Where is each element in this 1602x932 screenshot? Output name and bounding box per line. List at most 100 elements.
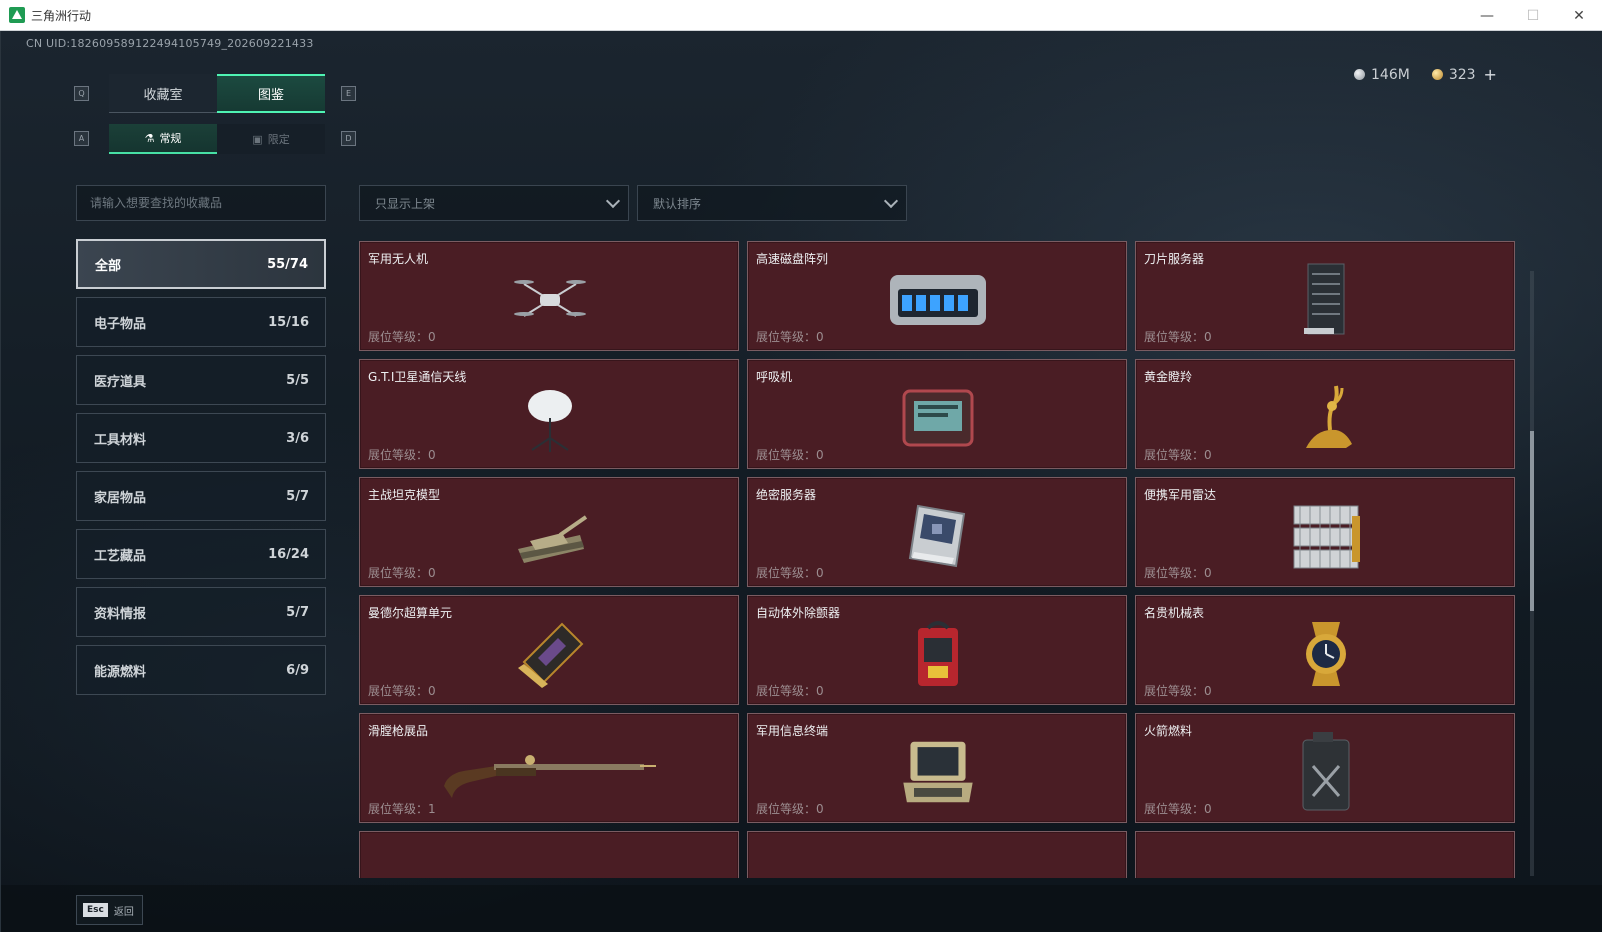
collectible-card[interactable]: 刀片服务器 展位等级：0: [1135, 241, 1515, 351]
subtab-limited-label: 限定: [267, 133, 290, 146]
card-level: 展位等级：0: [756, 802, 824, 816]
collectible-card[interactable]: 滑膛枪展品 展位等级：1: [359, 713, 739, 823]
silver-coin-icon: [1354, 69, 1365, 80]
sort-dropdown[interactable]: 默认排序: [637, 185, 907, 221]
blade-server-icon: [1286, 260, 1366, 340]
collectible-card[interactable]: 名贵机械表 展位等级：0: [1135, 595, 1515, 705]
esc-key-hint: Esc: [83, 903, 108, 917]
card-level: 展位等级：1: [368, 802, 436, 816]
collectible-card[interactable]: 自动体外除颤器 展位等级：0: [747, 595, 1127, 705]
category-label: 全部: [95, 258, 122, 274]
category-item-medical[interactable]: 医疗道具 5/5: [76, 355, 326, 405]
collectible-card-partial[interactable]: [747, 831, 1127, 878]
category-count: 15/16: [268, 314, 309, 330]
category-item-fuel[interactable]: 能源燃料 6/9: [76, 645, 326, 695]
card-name: 主战坦克模型: [368, 488, 441, 502]
category-item-household[interactable]: 家居物品 5/7: [76, 471, 326, 521]
card-level: 展位等级：0: [756, 330, 824, 344]
card-name: 刀片服务器: [1144, 252, 1205, 266]
collectible-card[interactable]: G.T.I卫星通信天线 展位等级：0: [359, 359, 739, 469]
collectible-card[interactable]: 主战坦克模型 展位等级：0: [359, 477, 739, 587]
radar-icon: [1286, 496, 1366, 576]
card-level: 展位等级：0: [1144, 802, 1212, 816]
footer-bar: Esc 返回: [1, 885, 1602, 932]
card-level: 展位等级：0: [1144, 330, 1212, 344]
card-level: 展位等级：0: [756, 448, 824, 462]
filter-dropdown[interactable]: 只显示上架: [359, 185, 629, 221]
secret-server-icon: [898, 496, 978, 576]
card-name: 名贵机械表: [1144, 606, 1205, 620]
close-button[interactable]: ✕: [1556, 0, 1602, 31]
chevron-down-icon: [883, 193, 899, 208]
currency-bar: 146M 323 +: [1354, 65, 1497, 84]
card-level: 展位等级：0: [368, 330, 436, 344]
category-label: 工具材料: [94, 432, 147, 448]
defibrillator-icon: [898, 614, 978, 694]
category-count: 16/24: [268, 546, 309, 562]
musket-icon: [435, 732, 665, 812]
ventilator-icon: [898, 378, 978, 458]
collectible-card[interactable]: 绝密服务器 展位等级：0: [747, 477, 1127, 587]
chevron-down-icon: [605, 193, 621, 208]
collectible-card-partial[interactable]: [359, 831, 739, 878]
category-label: 家居物品: [94, 490, 147, 506]
collectible-card-partial[interactable]: [1135, 831, 1515, 878]
fuel-can-icon: [1286, 732, 1366, 812]
collectible-card[interactable]: 军用无人机 展位等级：0: [359, 241, 739, 351]
card-name: 绝密服务器: [756, 488, 817, 502]
category-item-all[interactable]: 全部 55/74: [76, 239, 326, 289]
back-button[interactable]: Esc 返回: [76, 895, 143, 925]
category-item-electronics[interactable]: 电子物品 15/16: [76, 297, 326, 347]
disk-array-icon: [883, 260, 993, 340]
filter-dropdown-label: 只显示上架: [375, 196, 436, 211]
tab-catalog[interactable]: 图鉴: [217, 74, 325, 113]
gold-currency: 323 +: [1431, 65, 1497, 84]
collectible-card[interactable]: 呼吸机 展位等级：0: [747, 359, 1127, 469]
subtab-limited[interactable]: ▣ 限定: [217, 124, 325, 154]
drone-icon: [510, 260, 590, 340]
tab-collection-room[interactable]: 收藏室: [109, 74, 217, 113]
maximize-button[interactable]: ☐: [1510, 0, 1556, 31]
category-item-crafts[interactable]: 工艺藏品 16/24: [76, 529, 326, 579]
grid-scrollbar[interactable]: [1530, 271, 1534, 876]
collectible-card[interactable]: 火箭燃料 展位等级：0: [1135, 713, 1515, 823]
category-item-tools[interactable]: 工具材料 3/6: [76, 413, 326, 463]
add-currency-button[interactable]: +: [1484, 65, 1497, 84]
sub-tabs: ⚗ 常规 ▣ 限定: [109, 124, 325, 154]
card-name: 便携军用雷达: [1144, 488, 1217, 502]
category-label: 电子物品: [94, 316, 147, 332]
card-name: 军用信息终端: [756, 724, 829, 738]
window-controls: — ☐ ✕: [1464, 0, 1602, 31]
key-hint-prev-tab: Q: [74, 86, 89, 101]
subtab-regular[interactable]: ⚗ 常规: [109, 124, 217, 154]
category-list: 全部 55/74 电子物品 15/16 医疗道具 5/5 工具材料 3/6 家居…: [76, 239, 326, 703]
scrollbar-thumb[interactable]: [1530, 431, 1534, 611]
category-count: 5/7: [286, 604, 309, 620]
minimize-button[interactable]: —: [1464, 0, 1510, 31]
gold-gazelle-icon: [1286, 378, 1366, 458]
category-item-intel[interactable]: 资料情报 5/7: [76, 587, 326, 637]
card-name: 自动体外除颤器: [756, 606, 841, 620]
card-level: 展位等级：0: [756, 566, 824, 580]
category-count: 5/5: [286, 372, 309, 388]
key-hint-prev-subtab: A: [74, 131, 89, 146]
collectible-card[interactable]: 军用信息终端 展位等级：0: [747, 713, 1127, 823]
category-count: 5/7: [286, 488, 309, 504]
collectible-card[interactable]: 便携军用雷达 展位等级：0: [1135, 477, 1515, 587]
search-input[interactable]: [76, 185, 326, 221]
collectible-card[interactable]: 黄金瞪羚 展位等级：0: [1135, 359, 1515, 469]
collectible-card[interactable]: 曼德尔超算单元 展位等级：0: [359, 595, 739, 705]
card-level: 展位等级：0: [756, 684, 824, 698]
card-level: 展位等级：0: [368, 684, 436, 698]
card-level: 展位等级：0: [368, 448, 436, 462]
gold-coin-icon: [1431, 69, 1443, 80]
card-name: 高速磁盘阵列: [756, 252, 829, 266]
card-level: 展位等级：0: [368, 566, 436, 580]
app-logo-icon: [9, 7, 25, 23]
key-hint-next-tab: E: [341, 86, 356, 101]
collectible-grid-viewport[interactable]: 军用无人机 展位等级：0 高速磁盘阵列 展位等级：0 刀片服务器 展位等级：0: [359, 241, 1527, 878]
card-name: 曼德尔超算单元: [368, 606, 453, 620]
category-count: 6/9: [286, 662, 309, 678]
collectible-card[interactable]: 高速磁盘阵列 展位等级：0: [747, 241, 1127, 351]
main-tabs: 收藏室 图鉴: [109, 74, 325, 113]
